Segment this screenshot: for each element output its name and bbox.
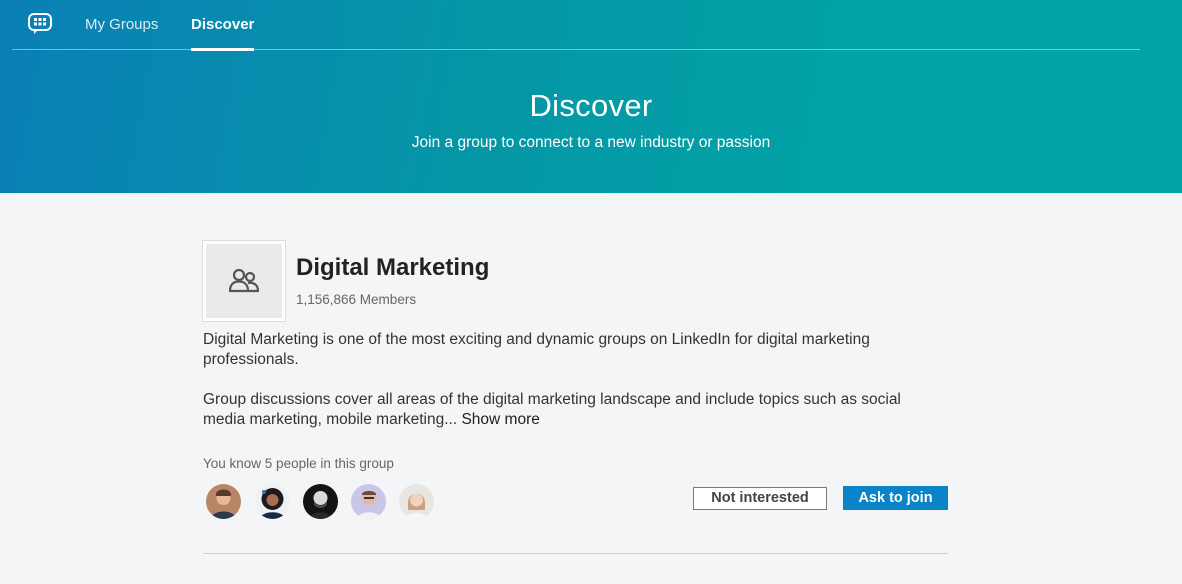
top-nav: My Groups Discover (12, 0, 1140, 51)
avatar[interactable] (351, 484, 386, 519)
hero-banner: My Groups Discover Discover Join a group… (0, 0, 1182, 193)
page-subtitle: Join a group to connect to a new industr… (411, 134, 771, 151)
group-description-paragraph: Digital Marketing is one of the most exc… (203, 331, 870, 368)
group-description-paragraph: Group discussions cover all areas of the… (203, 390, 933, 430)
person-avatar-icon (303, 484, 338, 519)
mutual-connections-label: You know 5 people in this group (203, 456, 394, 471)
person-avatar-icon (399, 484, 434, 519)
group-description-text: Group discussions cover all areas of the… (203, 391, 901, 428)
avatar[interactable] (206, 484, 241, 519)
tab-discover[interactable]: Discover (191, 0, 255, 51)
person-avatar-icon (206, 484, 241, 519)
tab-my-groups[interactable]: My Groups (85, 0, 158, 50)
avatar[interactable] (303, 484, 338, 519)
avatar[interactable] (399, 484, 434, 519)
group-people-icon (228, 268, 260, 293)
page-title: Discover (529, 88, 653, 123)
group-member-count: 1,156,866 Members (296, 292, 417, 307)
groups-logo-icon[interactable] (28, 13, 52, 35)
group-thumbnail[interactable] (203, 241, 285, 321)
group-name[interactable]: Digital Marketing (296, 254, 489, 282)
avatar[interactable] (255, 484, 290, 519)
show-more-link[interactable]: Show more (461, 411, 539, 428)
divider (203, 553, 948, 554)
not-interested-button[interactable]: Not interested (693, 487, 827, 510)
ask-to-join-button[interactable]: Ask to join (843, 486, 948, 510)
person-avatar-icon (255, 484, 290, 519)
person-avatar-icon (351, 484, 386, 519)
